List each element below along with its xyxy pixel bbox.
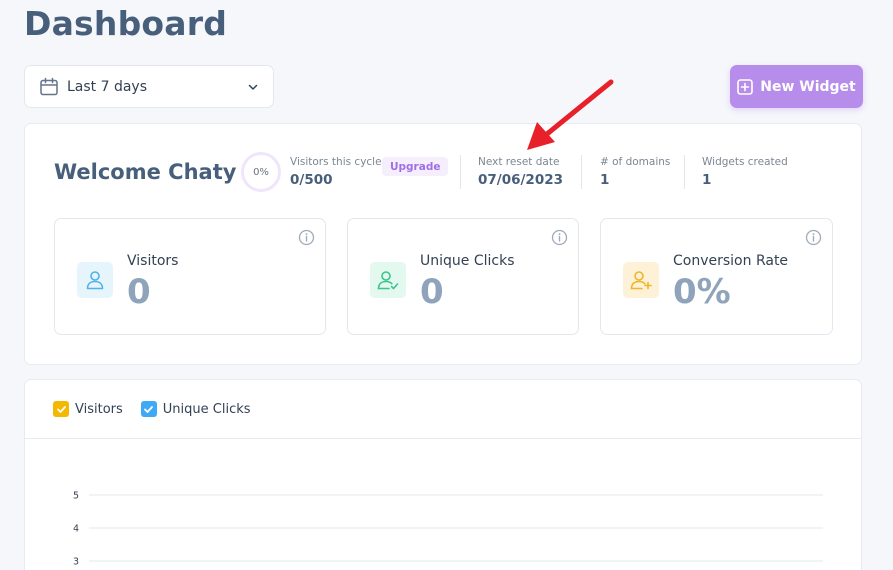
- metric-card-unique-clicks: Unique Clicks 0: [347, 218, 579, 335]
- user-check-icon-tile: [370, 262, 406, 298]
- domains-value: 1: [600, 172, 610, 188]
- checkbox-checked-icon: [140, 401, 157, 417]
- user-plus-icon: [630, 271, 652, 290]
- info-icon[interactable]: [551, 229, 568, 246]
- metric-card-conversion-rate: Conversion Rate 0%: [600, 218, 833, 335]
- widgets-created-label: Widgets created: [702, 156, 788, 168]
- date-range-dropdown[interactable]: Last 7 days: [24, 65, 274, 108]
- chart-legend: Visitors Unique Clicks: [53, 401, 251, 417]
- new-widget-label: New Widget: [760, 78, 856, 95]
- calendar-icon: [40, 77, 58, 95]
- metric-label: Unique Clicks: [420, 253, 515, 269]
- legend-item-unique-clicks[interactable]: Unique Clicks: [140, 401, 251, 417]
- metric-value: 0%: [673, 272, 731, 312]
- annotation-arrow: [527, 79, 614, 150]
- stat-divider: [460, 155, 461, 189]
- page-title: Dashboard: [24, 4, 228, 43]
- new-widget-button[interactable]: New Widget: [730, 65, 863, 108]
- y-tick-label: 4: [73, 524, 79, 535]
- metric-label: Visitors: [127, 253, 179, 269]
- progress-percent: 0%: [253, 166, 269, 178]
- chart-card: Visitors Unique Clicks 5 4 3: [24, 379, 862, 570]
- welcome-title: Welcome Chaty: [54, 160, 237, 184]
- legend-item-visitors[interactable]: Visitors: [53, 401, 123, 417]
- stat-divider: [684, 155, 685, 189]
- metric-label: Conversion Rate: [673, 253, 789, 269]
- metric-value: 0: [420, 272, 444, 312]
- welcome-card: Welcome Chaty 0% Visitors this cycle 0/5…: [24, 123, 862, 365]
- user-plus-icon-tile: [623, 262, 659, 298]
- chevron-down-icon: [248, 84, 258, 90]
- info-icon[interactable]: [805, 229, 822, 246]
- metric-card-visitors: Visitors 0: [54, 218, 326, 335]
- date-range-label: Last 7 days: [67, 78, 148, 95]
- metric-value: 0: [127, 272, 151, 312]
- domains-label: # of domains: [600, 156, 671, 168]
- checkbox-checked-icon: [53, 401, 69, 417]
- visitors-cycle-label: Visitors this cycle: [290, 156, 382, 168]
- widgets-created-value: 1: [702, 172, 712, 188]
- plus-square-icon: [737, 78, 754, 95]
- next-reset-label: Next reset date: [478, 156, 560, 168]
- user-icon-tile: [77, 262, 113, 298]
- y-tick-label: 5: [73, 491, 79, 502]
- stat-divider: [581, 155, 582, 189]
- info-icon[interactable]: [298, 229, 315, 246]
- user-check-icon: [377, 271, 399, 290]
- y-tick-label: 3: [73, 557, 79, 568]
- next-reset-value: 07/06/2023: [478, 172, 564, 188]
- legend-label: Visitors: [75, 401, 123, 417]
- legend-label: Unique Clicks: [162, 401, 251, 417]
- upgrade-button[interactable]: Upgrade: [382, 157, 449, 176]
- visitors-cycle-value: 0/500: [290, 172, 333, 188]
- line-chart: 5 4 3: [73, 491, 823, 568]
- user-icon: [86, 271, 104, 290]
